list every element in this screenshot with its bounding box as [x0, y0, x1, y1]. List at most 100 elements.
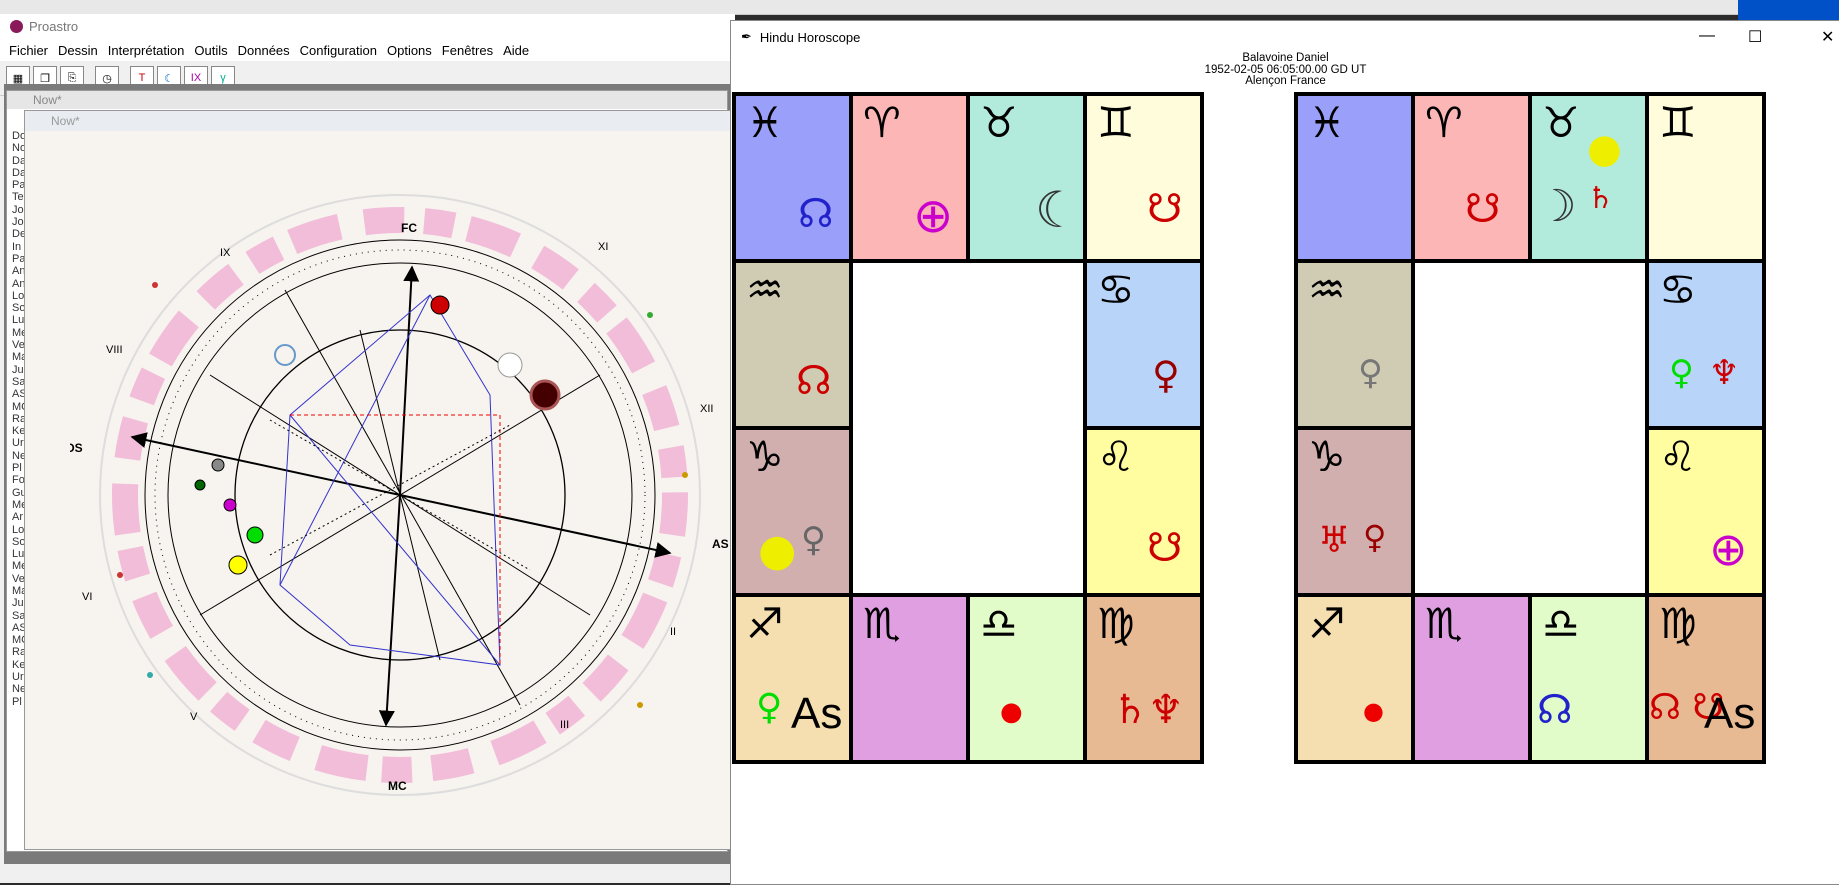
house-cell-aquarius[interactable]: ♒ ♀ [1294, 259, 1415, 430]
leo-icon: ♌ [1659, 432, 1697, 481]
house-label-xii: XII [700, 403, 713, 415]
planet-icon[interactable]: ♄ [1587, 181, 1614, 216]
birth-place: Alençon France [1245, 75, 1326, 87]
planet-icon[interactable]: ♄♆ [1112, 687, 1184, 733]
planet-icon[interactable]: ☊ [1537, 687, 1573, 733]
aries-icon: ♈ [1425, 98, 1463, 147]
planet-icon[interactable]: ☾ [1035, 181, 1080, 239]
menu-options[interactable]: Options [382, 43, 437, 58]
close-button[interactable]: ✕ [1821, 27, 1834, 47]
planet-icon[interactable]: ● [1000, 697, 1023, 727]
person-name: Balavoine Daniel [1242, 52, 1329, 64]
sagittarius-icon: ♐ [1308, 599, 1346, 648]
house-cell-cancer[interactable]: ♋ ♀ [1083, 259, 1204, 430]
house-cell-aries[interactable]: ♈ ⊕ [849, 92, 970, 263]
axis-label-ds: DS [70, 441, 83, 455]
planet-icon[interactable]: ♀ [1358, 353, 1383, 393]
planet-icon[interactable]: ♆ [1709, 353, 1739, 393]
gemini-icon: ♊ [1659, 98, 1697, 147]
scorpio-icon: ♏ [1425, 599, 1463, 648]
planet-icon[interactable]: ● [1363, 697, 1384, 725]
house-label-v: V [190, 711, 198, 723]
house-cell-leo[interactable]: ♌ ☋ [1083, 426, 1204, 597]
menu-dessin[interactable]: Dessin [53, 43, 103, 58]
menu-fichier[interactable]: Fichier [4, 43, 53, 58]
feather-icon: ✒ [741, 29, 752, 44]
planet-icon[interactable]: ⊕ [913, 188, 953, 244]
house-cell-sagittarius[interactable]: ♐ ♀ As [732, 593, 853, 764]
cancer-icon: ♋ [1659, 265, 1697, 314]
planet-icon[interactable]: ☋ [1147, 186, 1183, 232]
libra-icon: ♎ [1542, 599, 1580, 648]
menu-fenetres[interactable]: Fenêtres [437, 43, 498, 58]
house-cell-cancer[interactable]: ♋ ♀ ♆ [1645, 259, 1766, 430]
menu-interpretation[interactable]: Interprétation [103, 43, 190, 58]
horoscope-grid-1: ♓ ☊ ♈ ⊕ ♉ ☾ ♊ ☋ ♒ ☊ ♋ ♀ ♑ ● ♀ ♌ ☋ ♐ ♀ As ♏ ♎ ● ♍ ♄♆ [732, 92, 1206, 766]
house-cell-libra[interactable]: ♎ ● [966, 593, 1087, 764]
planet-icon[interactable]: ⊕ [1709, 522, 1748, 576]
house-cell-aries[interactable]: ♈ ☋ [1411, 92, 1532, 263]
aquarius-icon: ♒ [1308, 265, 1346, 314]
house-cell-aquarius[interactable]: ♒ ☊ [732, 259, 853, 430]
house-cell-pisces[interactable]: ♓ ☊ [732, 92, 853, 263]
menu-aide[interactable]: Aide [498, 43, 534, 58]
cancer-icon: ♋ [1097, 265, 1135, 314]
house-cell-sagittarius[interactable]: ♐ ● [1294, 593, 1415, 764]
house-cell-capricorn[interactable]: ♑ ● ♀ [732, 426, 853, 597]
house-cell-libra[interactable]: ♎ ☊ [1528, 593, 1649, 764]
house-label-vi: VI [82, 591, 92, 603]
astrology-wheel[interactable]: FC MC DS AS IX VIII VI V III II XI XII [70, 150, 730, 830]
ascendant-label[interactable]: As [791, 689, 842, 739]
axis-label-fc: FC [401, 221, 417, 235]
aquarius-icon: ♒ [746, 265, 784, 314]
leo-icon: ♌ [1097, 432, 1135, 481]
house-label-iii: III [560, 719, 569, 731]
ascendant-label[interactable]: As [1704, 689, 1755, 739]
menu-donnees[interactable]: Données [233, 43, 295, 58]
house-cell-taurus[interactable]: ♉ ☾ [966, 92, 1087, 263]
pisces-icon: ♓ [746, 98, 784, 147]
planet-icon[interactable]: ♀ [1363, 518, 1386, 556]
house-cell-gemini[interactable]: ♊ [1645, 92, 1766, 263]
house-label-viii: VIII [106, 344, 123, 356]
house-cell-taurus[interactable]: ♉ ☽ ♄ ● [1528, 92, 1649, 263]
planet-icon[interactable]: ☽ [1537, 181, 1576, 232]
maximize-button[interactable]: ☐ [1748, 27, 1762, 47]
proastro-titlebar: Proastro [0, 14, 735, 39]
house-cell-scorpio[interactable]: ♏ [849, 593, 970, 764]
planet-icon[interactable]: ♀ [1669, 353, 1694, 393]
house-label-ix: IX [220, 247, 231, 259]
house-cell-virgo[interactable]: ♍ ♄♆ [1083, 593, 1204, 764]
gemini-icon: ♊ [1097, 98, 1135, 147]
house-cell-virgo[interactable]: ♍ ☊ ☋ As [1645, 593, 1766, 764]
planet-icon[interactable]: ♀ [1152, 353, 1180, 397]
planet-icon[interactable]: ♅ [1318, 520, 1350, 561]
planet-icon[interactable]: ☊ [796, 358, 832, 404]
planet-icon[interactable]: ● [758, 525, 796, 576]
hindu-titlebar: ✒ Hindu Horoscope — ☐ ✕ [731, 21, 1839, 53]
planet-icon[interactable]: ♀ [801, 520, 826, 560]
minimize-button[interactable]: — [1699, 27, 1715, 45]
capricorn-icon: ♑ [746, 432, 784, 481]
horoscope-grid-2: ♓ ♈ ☋ ♉ ☽ ♄ ● ♊ ♒ ♀ ♋ ♀ ♆ ♑ ♅ ♀ ♌ ⊕ ♐ ● ♏ ♎ ☊ ♍ ☊ ☋ As [1294, 92, 1768, 766]
axis-label-as: AS [712, 537, 729, 551]
pisces-icon: ♓ [1308, 98, 1346, 147]
menu-outils[interactable]: Outils [189, 43, 232, 58]
house-cell-capricorn[interactable]: ♑ ♅ ♀ [1294, 426, 1415, 597]
capricorn-icon: ♑ [1308, 432, 1346, 481]
chart-header: Balavoine Daniel 1952-02-05 06:05:00.00 … [731, 52, 1839, 88]
libra-icon: ♎ [980, 599, 1018, 648]
house-cell-gemini[interactable]: ♊ ☋ [1083, 92, 1204, 263]
proastro-title: Proastro [29, 19, 79, 34]
menu-configuration[interactable]: Configuration [295, 43, 382, 58]
house-cell-pisces[interactable]: ♓ [1294, 92, 1415, 263]
planet-icon[interactable]: ☊ [798, 191, 834, 237]
house-cell-leo[interactable]: ♌ ⊕ [1645, 426, 1766, 597]
sagittarius-icon: ♐ [746, 599, 784, 648]
planet-icon[interactable]: ● [1587, 126, 1622, 172]
planet-icon[interactable]: ☋ [1465, 186, 1501, 232]
planet-icon[interactable]: ☋ [1147, 525, 1183, 571]
house-cell-scorpio[interactable]: ♏ [1411, 593, 1532, 764]
planet-icon[interactable]: ♀ [756, 687, 782, 728]
grid-center [849, 259, 1087, 597]
